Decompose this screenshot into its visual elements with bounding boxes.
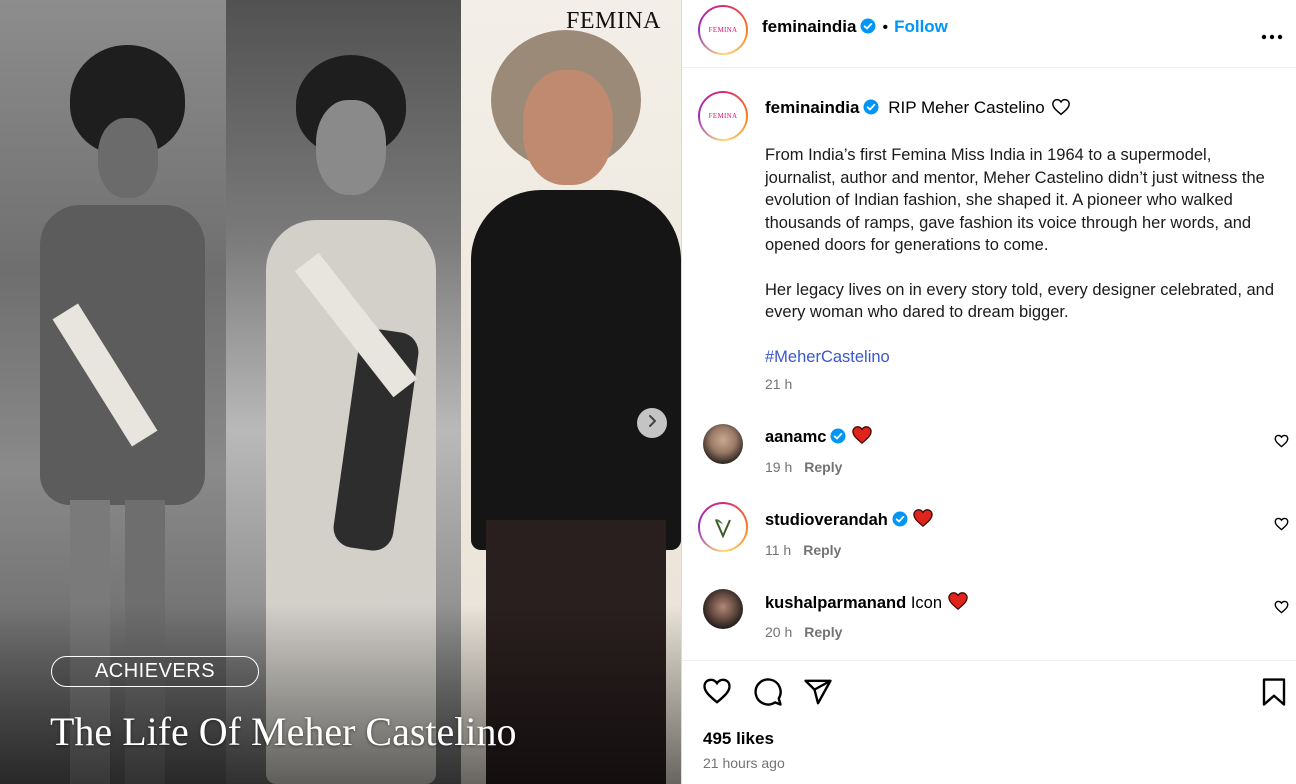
chevron-right-icon [645,414,659,433]
comment-item: kushalparmanand Icon 20 h Reply [682,585,1296,665]
media-shade [0,604,681,784]
post-time: 21 hours ago [703,755,785,771]
post-actions: 495 likes 21 hours ago [682,660,1296,784]
caption-paragraph-2: Her legacy lives on in every story told,… [765,280,1275,322]
share-button[interactable] [803,677,833,712]
reply-button[interactable]: Reply [804,624,842,640]
comment-item: studioverandah 11 h Reply [682,502,1296,582]
comment-username[interactable]: kushalparmanand [765,594,906,612]
avatar[interactable] [698,502,748,552]
save-button[interactable] [1261,677,1287,712]
share-icon [803,679,833,711]
red-heart-icon [947,591,969,616]
heart-icon [702,678,732,709]
hashtag-link[interactable]: #MeherCastelino [765,346,1277,369]
comment-username[interactable]: studioverandah [765,511,888,529]
post-header: FEMINA feminaindia • Follow [682,0,1296,68]
red-heart-icon [851,425,873,450]
more-icon [1261,20,1283,45]
avatar-text: FEMINA [708,112,738,120]
white-heart-icon [1051,98,1071,121]
avatar[interactable] [703,424,743,464]
red-heart-icon [912,508,934,533]
reply-button[interactable]: Reply [803,542,841,558]
verified-icon [863,99,879,120]
comment-username[interactable]: aanamc [765,428,826,446]
avatar[interactable] [703,589,743,629]
post-media[interactable]: FEMINA ACHIEVERS The Life Of Meher Caste… [0,0,681,784]
femina-logo: FEMINA [565,8,661,34]
caption-time: 21 h [765,376,793,392]
caption-avatar[interactable]: FEMINA [698,91,748,141]
reply-button[interactable]: Reply [804,459,842,475]
heart-icon [1274,517,1289,535]
comment-button[interactable] [753,677,783,712]
caption-username[interactable]: feminaindia [765,98,859,117]
comment-like-button[interactable] [1274,434,1289,453]
verified-icon [892,511,908,532]
comment-like-button[interactable] [1274,517,1289,536]
comment-like-button[interactable] [1274,600,1289,619]
more-options-button[interactable] [1261,20,1283,46]
verified-icon [830,428,846,449]
comment-text: Icon [910,594,942,612]
next-slide-button[interactable] [637,408,667,438]
heart-icon [1274,600,1289,618]
separator-dot: • [882,19,889,36]
follow-button[interactable]: Follow [894,17,948,36]
caption-paragraph-1: From India’s first Femina Miss India in … [765,146,1265,254]
post-side-panel: FEMINA feminaindia • Follow FEMINA feminai… [681,0,1296,784]
comment-time: 11 h [765,542,792,558]
like-button[interactable] [702,677,732,710]
author-avatar[interactable]: FEMINA [698,5,748,55]
avatar-text: FEMINA [708,26,738,34]
comment-time: 19 h [765,459,793,475]
caption-title: RIP Meher Castelino [888,98,1045,117]
comment-time: 20 h [765,624,793,640]
achievers-badge: ACHIEVERS [51,656,259,687]
likes-count[interactable]: 495 likes [703,729,774,749]
save-icon [1261,678,1287,711]
comment-icon [753,678,783,711]
comment-item: aanamc 19 h Reply [682,420,1296,500]
author-username[interactable]: feminaindia [762,17,856,36]
verified-icon [860,18,876,39]
media-title: The Life Of Meher Castelino [50,709,517,754]
heart-icon [1274,434,1289,452]
